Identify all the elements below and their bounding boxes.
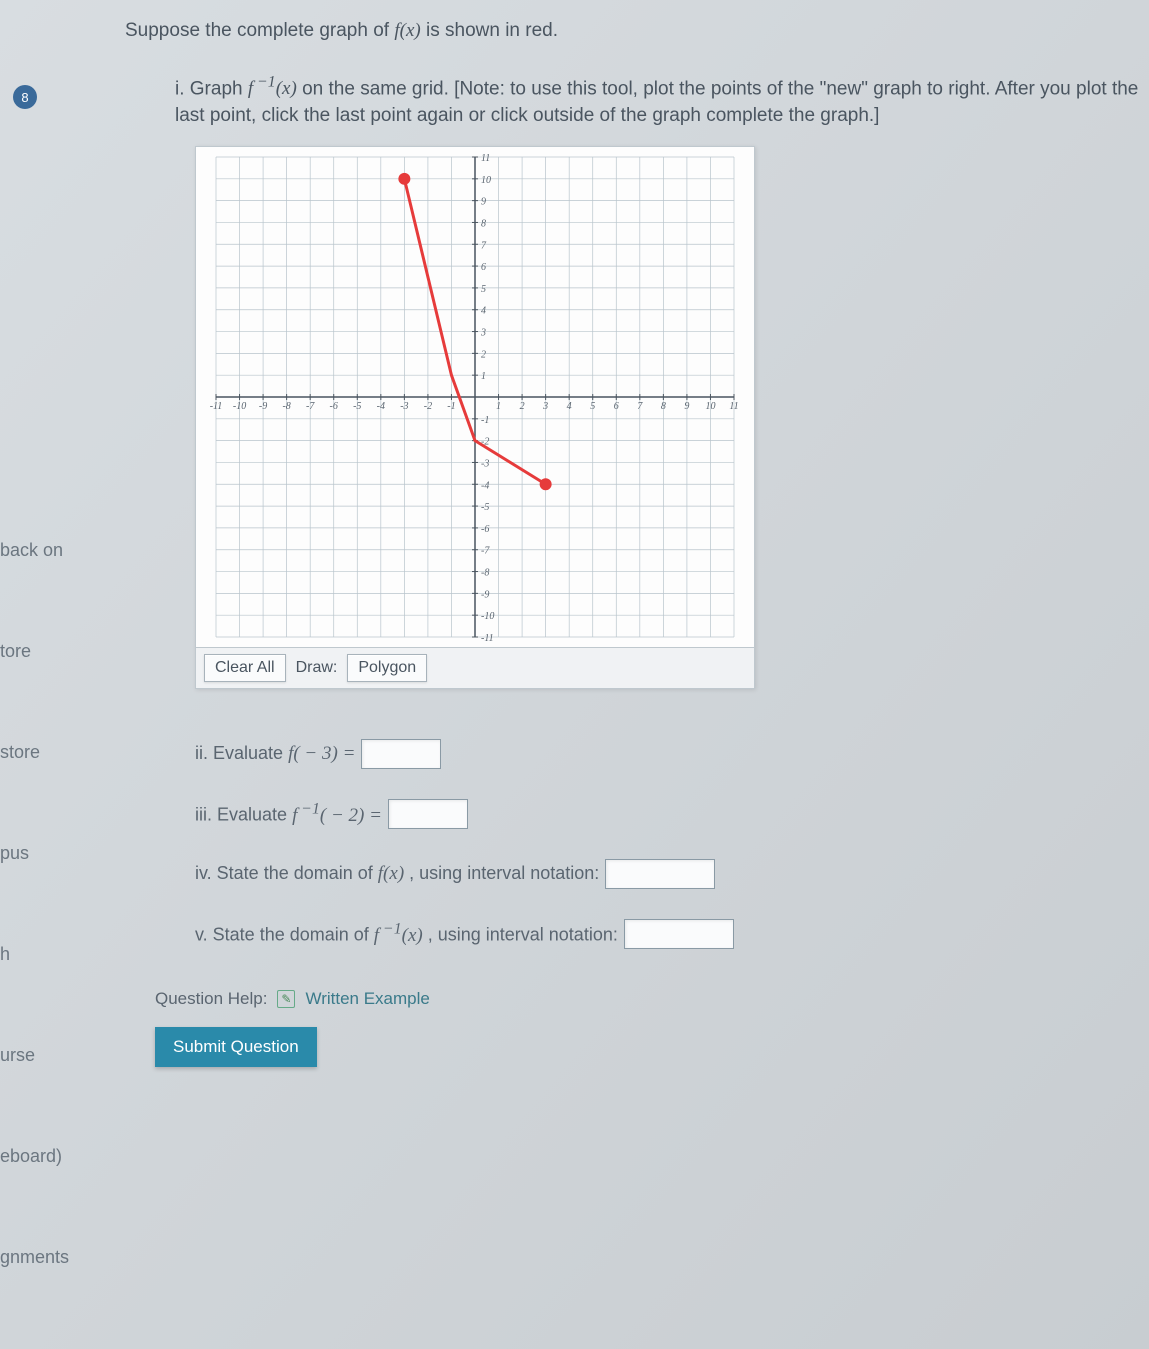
part-ii-input[interactable] — [361, 739, 441, 769]
svg-text:11: 11 — [481, 153, 490, 164]
svg-text:-8: -8 — [481, 567, 489, 578]
svg-text:5: 5 — [590, 401, 595, 412]
svg-text:7: 7 — [637, 401, 643, 412]
svg-text:8: 8 — [481, 218, 486, 229]
draw-label: Draw: — [292, 659, 342, 677]
svg-text:10: 10 — [481, 174, 491, 185]
clear-all-button[interactable]: Clear All — [204, 654, 286, 682]
sidebar-item[interactable]: h — [0, 944, 70, 965]
svg-text:-2: -2 — [424, 401, 432, 412]
sidebar-item[interactable]: back on — [0, 540, 70, 561]
svg-text:3: 3 — [542, 401, 548, 412]
svg-text:-5: -5 — [353, 401, 361, 412]
svg-text:-3: -3 — [400, 401, 408, 412]
polygon-tool-button[interactable]: Polygon — [347, 654, 427, 682]
svg-text:9: 9 — [481, 196, 486, 207]
svg-text:-9: -9 — [259, 401, 267, 412]
svg-text:-3: -3 — [481, 458, 489, 469]
sidebar-nav: back on tore store pus h urse eboard) gn… — [0, 540, 70, 1268]
part-ii: ii. Evaluate f( − 3) = — [195, 739, 1139, 769]
written-example-link[interactable]: Written Example — [305, 989, 429, 1009]
question-intro: Suppose the complete graph of f(x) is sh… — [125, 20, 1139, 42]
svg-text:-6: -6 — [481, 523, 489, 534]
question-help: Question Help: ✎ Written Example — [155, 989, 1139, 1009]
svg-text:6: 6 — [481, 262, 486, 273]
graph-widget: -11-10-9-8-7-6-5-4-3-2-11234567891011-11… — [195, 146, 755, 689]
svg-text:11: 11 — [729, 401, 738, 412]
svg-text:10: 10 — [705, 401, 715, 412]
svg-text:-4: -4 — [377, 401, 385, 412]
svg-text:-11: -11 — [481, 633, 494, 644]
svg-text:2: 2 — [481, 349, 486, 360]
sidebar-item[interactable]: store — [0, 742, 70, 763]
part-i-text: i. Graph f −1(x) on the same grid. [Note… — [175, 72, 1139, 130]
svg-text:9: 9 — [684, 401, 689, 412]
part-v-input[interactable] — [624, 919, 734, 949]
part-iv-input[interactable] — [605, 859, 715, 889]
sidebar-item[interactable]: gnments — [0, 1247, 70, 1268]
sidebar-item[interactable]: urse — [0, 1045, 70, 1066]
graph-canvas[interactable]: -11-10-9-8-7-6-5-4-3-2-11234567891011-11… — [196, 147, 754, 647]
graph-toolbar: Clear All Draw: Polygon — [196, 647, 754, 688]
svg-text:-7: -7 — [481, 545, 490, 556]
submit-question-button[interactable]: Submit Question — [155, 1027, 317, 1067]
svg-text:6: 6 — [614, 401, 619, 412]
svg-text:-10: -10 — [233, 401, 246, 412]
part-iii-input[interactable] — [388, 799, 468, 829]
question-main: 8 Suppose the complete graph of f(x) is … — [85, 0, 1149, 1077]
part-v: v. State the domain of f −1(x) , using i… — [195, 919, 1139, 949]
sidebar-item[interactable]: tore — [0, 641, 70, 662]
sidebar-item[interactable]: eboard) — [0, 1146, 70, 1167]
svg-text:-5: -5 — [481, 502, 489, 513]
svg-text:-1: -1 — [481, 414, 489, 425]
svg-text:4: 4 — [567, 401, 572, 412]
svg-text:-7: -7 — [306, 401, 315, 412]
svg-text:1: 1 — [496, 401, 501, 412]
svg-text:-8: -8 — [282, 401, 290, 412]
svg-text:7: 7 — [481, 240, 487, 251]
sub-parts: ii. Evaluate f( − 3) = iii. Evaluate f −… — [195, 739, 1139, 949]
svg-text:-10: -10 — [481, 611, 494, 622]
svg-text:-6: -6 — [330, 401, 338, 412]
svg-text:1: 1 — [481, 371, 486, 382]
part-iii: iii. Evaluate f −1( − 2) = — [195, 799, 1139, 829]
svg-text:-11: -11 — [210, 401, 223, 412]
svg-text:4: 4 — [481, 305, 486, 316]
svg-text:-1: -1 — [447, 401, 455, 412]
svg-text:5: 5 — [481, 283, 486, 294]
svg-text:8: 8 — [661, 401, 666, 412]
document-icon: ✎ — [277, 990, 295, 1008]
svg-text:3: 3 — [480, 327, 486, 338]
svg-text:-4: -4 — [481, 480, 489, 491]
svg-text:-9: -9 — [481, 589, 489, 600]
question-help-label: Question Help: — [155, 989, 267, 1009]
sidebar-item[interactable]: pus — [0, 843, 70, 864]
question-number-badge: 8 — [13, 85, 37, 109]
svg-text:2: 2 — [520, 401, 525, 412]
part-iv: iv. State the domain of f(x) , using int… — [195, 859, 1139, 889]
